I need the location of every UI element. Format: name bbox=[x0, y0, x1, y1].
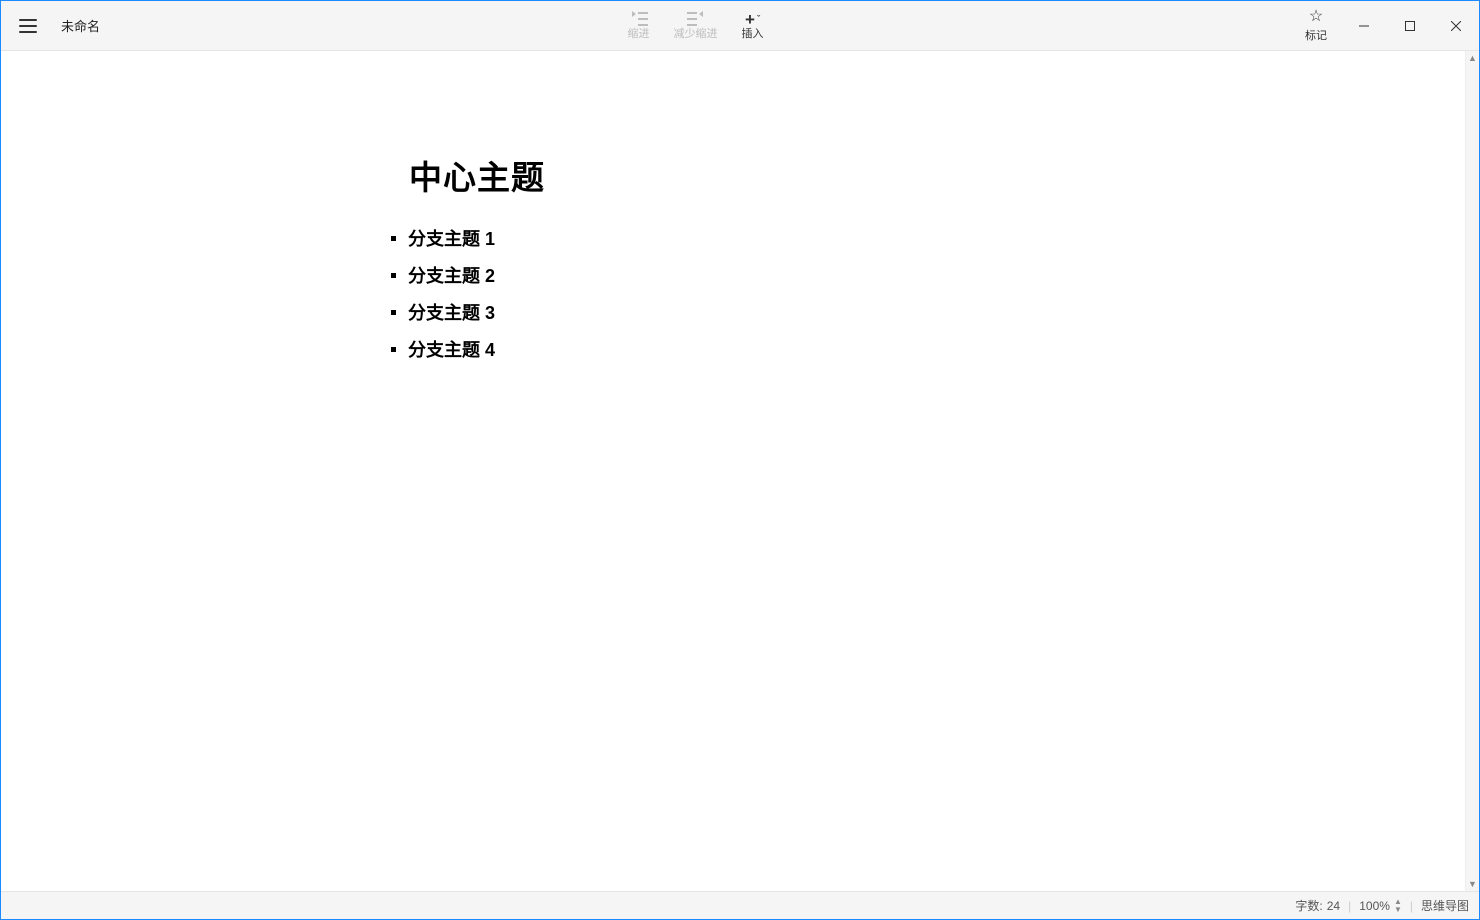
titlebar-right: ☆ 标记 bbox=[1291, 1, 1479, 50]
branch-topic-label: 分支主题 1 bbox=[408, 225, 495, 251]
minimize-icon bbox=[1359, 21, 1369, 31]
document-title: 未命名 bbox=[61, 16, 100, 35]
zoom-control[interactable]: 100% ▲▼ bbox=[1359, 898, 1402, 914]
branch-topic[interactable]: 分支主题 4 bbox=[391, 336, 1091, 362]
close-button[interactable] bbox=[1433, 1, 1479, 50]
canvas[interactable]: 中心主题 分支主题 1 分支主题 2 分支主题 3 分支主题 4 bbox=[1, 51, 1465, 891]
titlebar-left: 未命名 bbox=[1, 1, 100, 50]
mark-button[interactable]: ☆ 标记 bbox=[1291, 1, 1341, 50]
maximize-icon bbox=[1405, 21, 1415, 31]
zoom-value: 100% bbox=[1359, 899, 1390, 913]
central-topic[interactable]: 中心主题 bbox=[391, 151, 1091, 199]
branch-topic-label: 分支主题 2 bbox=[408, 262, 495, 288]
branch-topic-label: 分支主题 3 bbox=[408, 299, 495, 325]
branch-topic[interactable]: 分支主题 2 bbox=[391, 262, 1091, 288]
word-count-label: 字数: bbox=[1295, 897, 1322, 914]
indent-button: 缩进 bbox=[616, 1, 662, 50]
view-mode-label: 思维导图 bbox=[1421, 897, 1469, 914]
word-count: 字数: 24 bbox=[1295, 897, 1340, 914]
zoom-stepper-icon[interactable]: ▲▼ bbox=[1394, 898, 1402, 914]
indent-label: 缩进 bbox=[628, 29, 650, 40]
toolbar-group: 缩进 减少缩进 +ˇ 插入 bbox=[616, 1, 776, 50]
view-mode-button[interactable]: 思维导图 bbox=[1421, 897, 1469, 914]
scroll-track[interactable] bbox=[1466, 65, 1479, 877]
outline-root: 中心主题 分支主题 1 分支主题 2 分支主题 3 分支主题 4 bbox=[391, 151, 1091, 373]
insert-button[interactable]: +ˇ 插入 bbox=[730, 1, 776, 50]
bullet-icon bbox=[391, 236, 396, 241]
outdent-icon bbox=[687, 11, 705, 27]
content-area: 中心主题 分支主题 1 分支主题 2 分支主题 3 分支主题 4 bbox=[1, 51, 1479, 891]
mark-label: 标记 bbox=[1305, 27, 1327, 43]
vertical-scrollbar[interactable]: ▲ ▼ bbox=[1465, 51, 1479, 891]
outdent-label: 减少缩进 bbox=[674, 29, 718, 40]
insert-label: 插入 bbox=[742, 29, 764, 40]
close-icon bbox=[1451, 21, 1461, 31]
plus-icon: +ˇ bbox=[745, 11, 760, 27]
branch-topic-label: 分支主题 4 bbox=[408, 336, 495, 362]
branch-topic[interactable]: 分支主题 1 bbox=[391, 225, 1091, 251]
separator: | bbox=[1410, 899, 1413, 913]
branch-topic[interactable]: 分支主题 3 bbox=[391, 299, 1091, 325]
bullet-icon bbox=[391, 310, 396, 315]
minimize-button[interactable] bbox=[1341, 1, 1387, 50]
maximize-button[interactable] bbox=[1387, 1, 1433, 50]
scroll-up-icon[interactable]: ▲ bbox=[1466, 51, 1479, 65]
outdent-button: 减少缩进 bbox=[662, 1, 730, 50]
status-bar: 字数: 24 | 100% ▲▼ | 思维导图 bbox=[1, 891, 1479, 919]
app-window: 未命名 缩进 bbox=[0, 0, 1480, 920]
separator: | bbox=[1348, 899, 1351, 913]
titlebar: 未命名 缩进 bbox=[1, 1, 1479, 51]
indent-icon bbox=[630, 11, 648, 27]
scroll-down-icon[interactable]: ▼ bbox=[1466, 877, 1479, 891]
bullet-icon bbox=[391, 347, 396, 352]
word-count-value: 24 bbox=[1327, 899, 1340, 913]
bullet-icon bbox=[391, 273, 396, 278]
menu-icon[interactable] bbox=[19, 19, 37, 33]
star-icon: ☆ bbox=[1309, 9, 1323, 25]
